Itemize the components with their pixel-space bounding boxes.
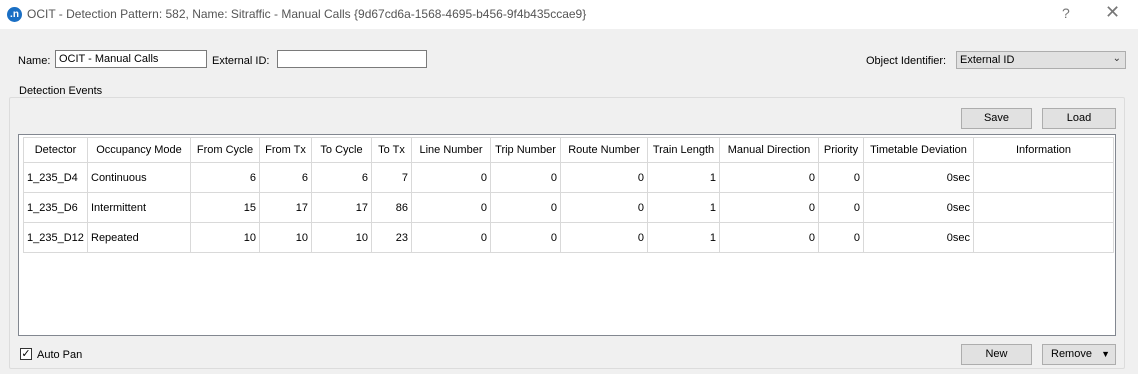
table-cell[interactable]: 0 bbox=[719, 162, 819, 193]
table-cell[interactable]: 1 bbox=[647, 222, 720, 253]
table-cell[interactable]: 15 bbox=[190, 192, 260, 223]
column-header[interactable]: Timetable Deviation bbox=[863, 137, 974, 163]
table-cell[interactable]: 0 bbox=[411, 192, 491, 223]
save-button[interactable]: Save bbox=[961, 108, 1032, 129]
detection-events-title: Detection Events bbox=[17, 85, 105, 97]
column-header[interactable]: Manual Direction bbox=[719, 137, 819, 163]
events-table: Detector Occupancy Mode From Cycle From … bbox=[23, 137, 1114, 253]
table-cell[interactable]: 23 bbox=[371, 222, 412, 253]
object-identifier-select[interactable]: External ID ⌄ bbox=[956, 51, 1126, 69]
load-button[interactable]: Load bbox=[1042, 108, 1116, 129]
table-cell[interactable]: 0 bbox=[818, 192, 864, 223]
table-cell[interactable]: 1 bbox=[647, 162, 720, 193]
table-cell[interactable]: Repeated bbox=[87, 222, 191, 253]
table-cell[interactable] bbox=[973, 162, 1114, 193]
column-header[interactable]: To Tx bbox=[371, 137, 412, 163]
name-field[interactable]: OCIT - Manual Calls bbox=[55, 50, 207, 68]
remove-button[interactable]: Remove ▼ bbox=[1042, 344, 1116, 365]
external-id-label: External ID: bbox=[212, 55, 270, 67]
table-cell[interactable]: 0 bbox=[719, 222, 819, 253]
table-cell[interactable]: 1_235_D12 bbox=[23, 222, 88, 253]
remove-button-label: Remove bbox=[1051, 348, 1092, 360]
column-header[interactable]: Occupancy Mode bbox=[87, 137, 191, 163]
table-cell[interactable]: 6 bbox=[311, 162, 372, 193]
table-cell[interactable] bbox=[973, 192, 1114, 223]
table-cell[interactable]: 0 bbox=[560, 162, 648, 193]
column-header[interactable]: Train Length bbox=[647, 137, 720, 163]
column-header[interactable]: Priority bbox=[818, 137, 864, 163]
table-cell[interactable]: 10 bbox=[259, 222, 312, 253]
window-title: OCIT - Detection Pattern: 582, Name: Sit… bbox=[27, 7, 587, 21]
table-row[interactable]: 1_235_D12 Repeated 10 10 10 23 0 0 0 1 0… bbox=[23, 222, 1114, 253]
table-cell[interactable]: 0sec bbox=[863, 192, 974, 223]
table-cell[interactable]: 17 bbox=[259, 192, 312, 223]
app-icon: .n bbox=[7, 7, 22, 22]
table-cell[interactable]: 1_235_D6 bbox=[23, 192, 88, 223]
table-row[interactable]: 1_235_D6 Intermittent 15 17 17 86 0 0 0 … bbox=[23, 192, 1114, 223]
column-header[interactable]: From Tx bbox=[259, 137, 312, 163]
table-cell[interactable]: 0 bbox=[490, 162, 561, 193]
table-cell[interactable]: 10 bbox=[311, 222, 372, 253]
auto-pan-checkbox[interactable]: ✓ bbox=[20, 348, 32, 360]
new-button[interactable]: New bbox=[961, 344, 1032, 365]
table-cell[interactable]: Intermittent bbox=[87, 192, 191, 223]
column-header[interactable]: Trip Number bbox=[490, 137, 561, 163]
column-header[interactable]: Information bbox=[973, 137, 1114, 163]
column-header[interactable]: To Cycle bbox=[311, 137, 372, 163]
help-button[interactable]: ? bbox=[1062, 5, 1070, 21]
table-cell[interactable]: 0 bbox=[560, 192, 648, 223]
table-cell[interactable]: 0 bbox=[411, 162, 491, 193]
dropdown-arrow-icon: ▼ bbox=[1101, 349, 1110, 359]
chevron-down-icon: ⌄ bbox=[1112, 53, 1121, 64]
table-header-row: Detector Occupancy Mode From Cycle From … bbox=[23, 137, 1114, 163]
table-cell[interactable]: 0 bbox=[490, 192, 561, 223]
table-cell[interactable]: 10 bbox=[190, 222, 260, 253]
table-cell[interactable] bbox=[973, 222, 1114, 253]
table-cell[interactable]: 0 bbox=[411, 222, 491, 253]
auto-pan-label: Auto Pan bbox=[37, 349, 83, 361]
table-cell[interactable]: 6 bbox=[190, 162, 260, 193]
column-header[interactable]: Route Number bbox=[560, 137, 648, 163]
table-cell[interactable]: 0 bbox=[490, 222, 561, 253]
close-button[interactable]: ✕ bbox=[1105, 2, 1120, 23]
table-cell[interactable]: 0sec bbox=[863, 162, 974, 193]
table-cell[interactable]: 86 bbox=[371, 192, 412, 223]
table-cell[interactable]: 1 bbox=[647, 192, 720, 223]
table-cell[interactable]: 0sec bbox=[863, 222, 974, 253]
column-header[interactable]: From Cycle bbox=[190, 137, 260, 163]
table-cell[interactable]: 0 bbox=[818, 222, 864, 253]
table-cell[interactable]: 17 bbox=[311, 192, 372, 223]
detection-events-grid[interactable]: Detector Occupancy Mode From Cycle From … bbox=[18, 134, 1116, 336]
table-row[interactable]: 1_235_D4 Continuous 6 6 6 7 0 0 0 1 0 0 … bbox=[23, 162, 1114, 193]
column-header[interactable]: Detector bbox=[23, 137, 88, 163]
table-cell[interactable]: 6 bbox=[259, 162, 312, 193]
table-cell[interactable]: 0 bbox=[719, 192, 819, 223]
table-cell[interactable]: 7 bbox=[371, 162, 412, 193]
table-cell[interactable]: 0 bbox=[818, 162, 864, 193]
object-identifier-label: Object Identifier: bbox=[866, 55, 947, 67]
column-header[interactable]: Line Number bbox=[411, 137, 491, 163]
table-cell[interactable]: Continuous bbox=[87, 162, 191, 193]
table-cell[interactable]: 1_235_D4 bbox=[23, 162, 88, 193]
object-identifier-value: External ID bbox=[960, 54, 1015, 66]
table-cell[interactable]: 0 bbox=[560, 222, 648, 253]
name-label: Name: bbox=[18, 55, 51, 67]
external-id-field[interactable] bbox=[277, 50, 427, 68]
